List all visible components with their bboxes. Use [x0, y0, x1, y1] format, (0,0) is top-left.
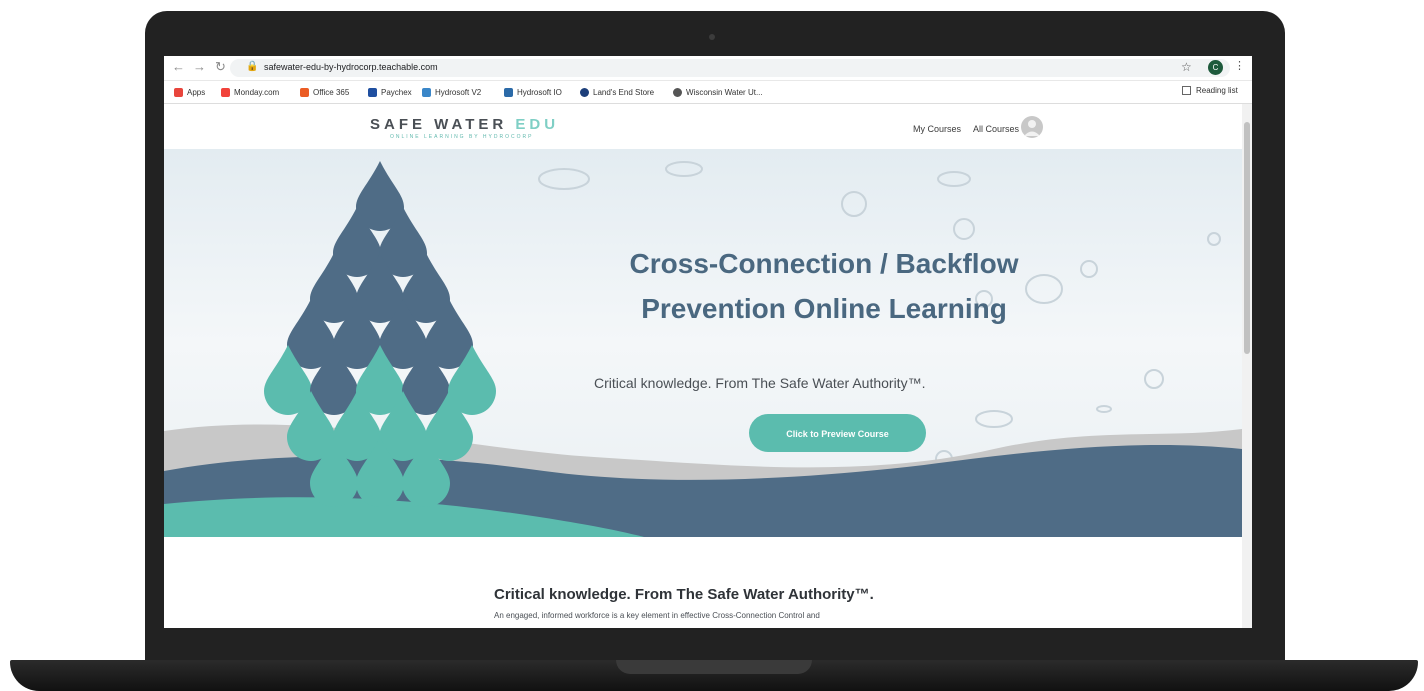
- hero-title-line2: Prevention Online Learning: [641, 293, 1007, 324]
- reading-list-label: Reading list: [1196, 86, 1238, 95]
- bookmark-monday[interactable]: Monday.com: [221, 86, 279, 98]
- office-icon: [300, 87, 309, 97]
- reload-icon[interactable]: ↻: [215, 59, 226, 75]
- water-drops-logo: [264, 161, 496, 507]
- back-arrow-icon[interactable]: ←: [172, 59, 185, 74]
- user-avatar[interactable]: [1021, 116, 1043, 138]
- address-bar-row: ← → ↻ 🔒 safewater-edu-by-hydrocorp.teach…: [164, 56, 1252, 81]
- section-body-text: An engaged, informed workforce is a key …: [494, 611, 820, 620]
- hero-title-line1: Cross-Connection / Backflow: [629, 248, 1019, 279]
- url-text[interactable]: safewater-edu-by-hydrocorp.teachable.com: [264, 62, 438, 72]
- bookmark-paychex[interactable]: Paychex: [368, 86, 412, 98]
- scrollbar-thumb[interactable]: [1244, 122, 1250, 354]
- apps-grid-icon: [174, 87, 183, 97]
- nav-all-courses[interactable]: All Courses: [973, 124, 1019, 134]
- bookmark-label: Office 365: [313, 87, 350, 97]
- hero-banner: Cross-Connection / Backflow Prevention O…: [164, 149, 1242, 537]
- monday-icon: [221, 87, 230, 97]
- bookmark-star-icon[interactable]: ☆: [1181, 60, 1192, 74]
- reading-list-button[interactable]: Reading list: [1182, 86, 1238, 95]
- browser-window: ← → ↻ 🔒 safewater-edu-by-hydrocorp.teach…: [164, 56, 1252, 628]
- lands-end-icon: [580, 87, 589, 97]
- bookmark-wisconsin-water[interactable]: Wisconsin Water Ut...: [673, 86, 763, 98]
- bookmark-label: Monday.com: [234, 87, 280, 97]
- profile-avatar[interactable]: C: [1208, 60, 1223, 75]
- globe-icon: [673, 87, 682, 97]
- bookmark-label: Apps: [187, 87, 206, 97]
- bookmark-lands-end[interactable]: Land's End Store: [580, 86, 654, 98]
- preview-course-button[interactable]: Click to Preview Course: [749, 414, 926, 452]
- paychex-icon: [368, 87, 377, 97]
- hero-background-art: [164, 161, 1242, 537]
- bookmark-hydrosoft-io[interactable]: Hydrosoft IO: [504, 86, 562, 98]
- laptop-notch: [616, 660, 812, 674]
- web-page: SAFE WATER EDU ONLINE LEARNING BY HYDROC…: [164, 104, 1242, 628]
- top-nav: My Courses All Courses: [913, 124, 1029, 134]
- bookmark-label: Paychex: [381, 87, 412, 97]
- lock-icon[interactable]: 🔒: [246, 61, 258, 72]
- logo-wordmark: SAFE WATER EDU: [370, 116, 560, 133]
- bookmark-apps[interactable]: Apps: [174, 86, 205, 98]
- site-logo[interactable]: SAFE WATER EDU ONLINE LEARNING BY HYDROC…: [370, 116, 559, 140]
- section-heading: Critical knowledge. From The Safe Water …: [494, 586, 874, 603]
- nav-my-courses[interactable]: My Courses: [913, 124, 961, 134]
- bookmark-label: Wisconsin Water Ut...: [686, 87, 763, 97]
- hero-title: Cross-Connection / Backflow Prevention O…: [164, 241, 1224, 331]
- bookmark-office365[interactable]: Office 365: [300, 86, 349, 98]
- camera-icon: [709, 34, 715, 40]
- hydrosoft-icon: [422, 87, 431, 97]
- page-scrollbar[interactable]: [1242, 104, 1252, 628]
- hydrosoft-io-icon: [504, 87, 513, 97]
- bookmark-label: Land's End Store: [593, 87, 655, 97]
- forward-arrow-icon[interactable]: →: [193, 59, 206, 74]
- user-icon: [1024, 120, 1040, 136]
- bookmark-label: Hydrosoft IO: [517, 87, 562, 97]
- bookmark-label: Hydrosoft V2: [435, 87, 482, 97]
- bookmark-hydrosoft-v2[interactable]: Hydrosoft V2: [422, 86, 481, 98]
- menu-kebab-icon[interactable]: ⋮: [1234, 59, 1245, 72]
- bookmarks-bar: Apps Monday.com Office 365 Paychex Hydro…: [164, 81, 1252, 104]
- logo-tagline: ONLINE LEARNING BY HYDROCORP: [390, 134, 534, 140]
- hero-subtitle: Critical knowledge. From The Safe Water …: [594, 375, 926, 391]
- reading-list-icon: [1182, 86, 1191, 95]
